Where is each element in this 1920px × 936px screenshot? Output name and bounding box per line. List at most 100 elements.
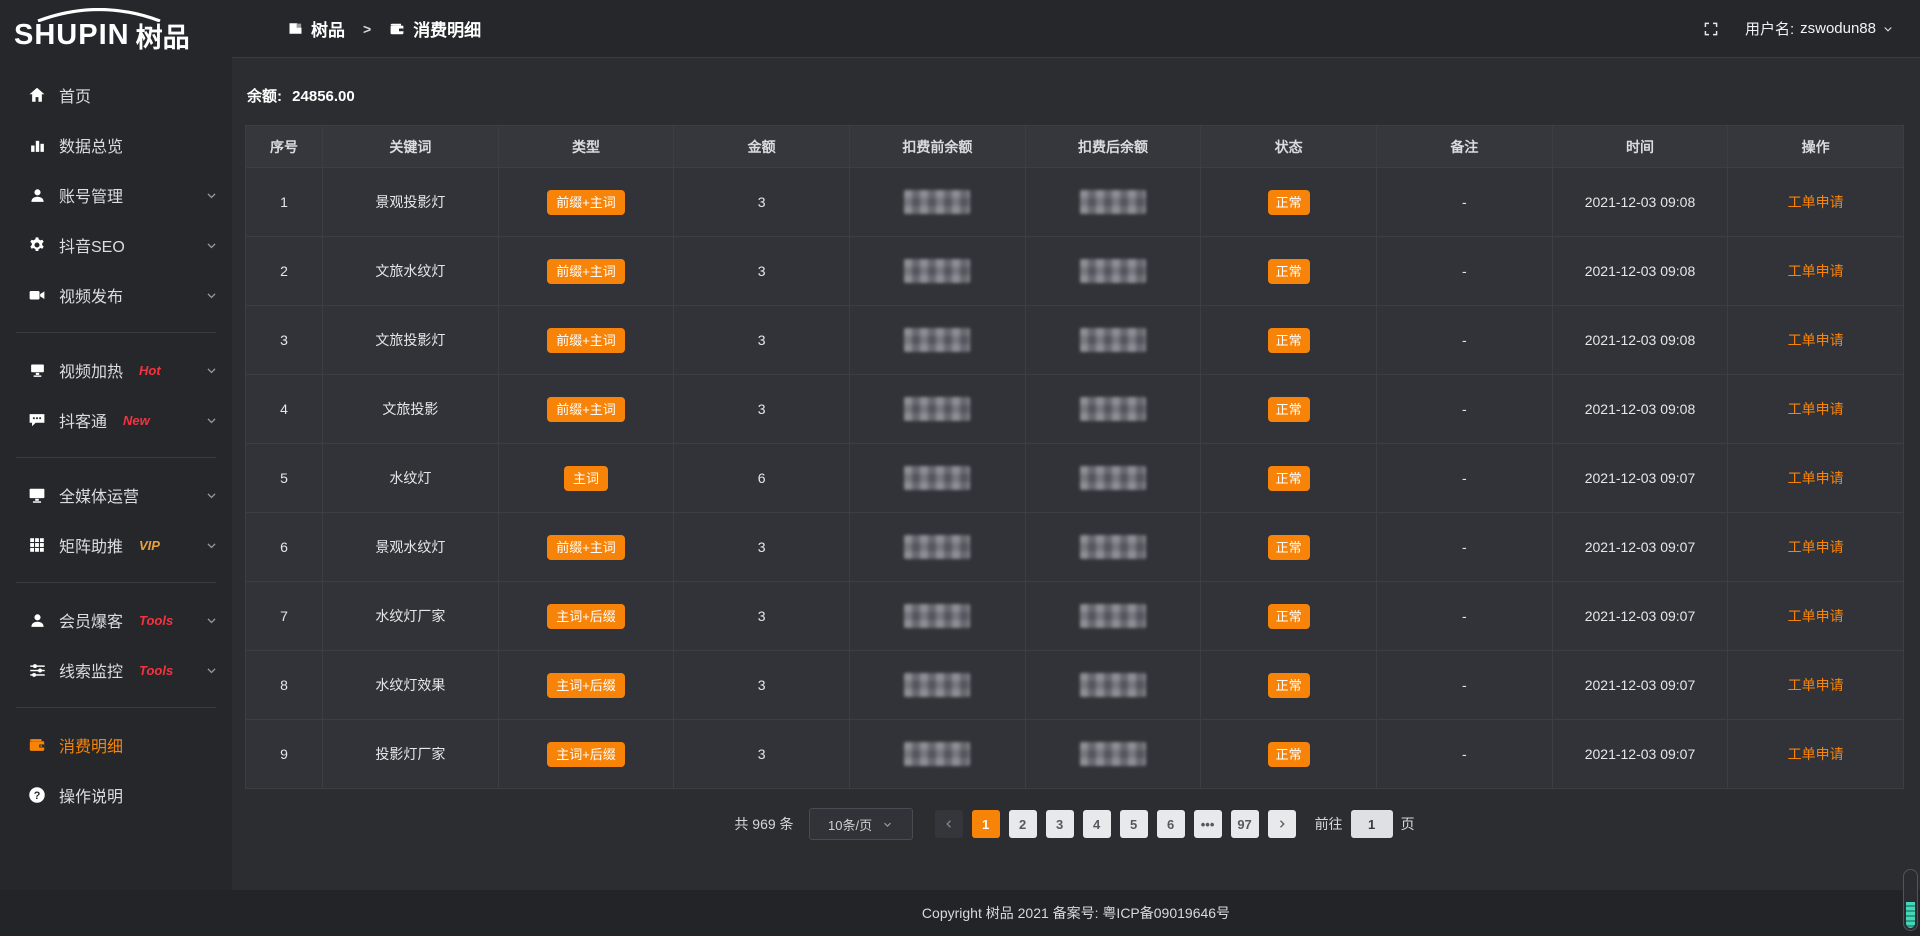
sidebar-nav: 首页 数据总览 账号管理 抖音SEO 视频发布: [0, 64, 232, 820]
sidebar-item-member-burst[interactable]: 会员爆客 Tools: [0, 595, 232, 645]
work-order-link[interactable]: 工单申请: [1788, 261, 1844, 281]
redacted-balance-after: [1080, 535, 1146, 559]
sidebar-item-douyin-seo[interactable]: 抖音SEO: [0, 220, 232, 270]
vip-tag: VIP: [139, 538, 160, 553]
chevron-right-icon: [1276, 818, 1288, 830]
prev-page-button[interactable]: [935, 810, 963, 838]
sidebar-divider: [16, 707, 216, 708]
work-order-link[interactable]: 工单申请: [1788, 330, 1844, 350]
video-publish-icon: [28, 286, 46, 304]
clue-sliders-icon: [28, 661, 46, 679]
breadcrumb: 树品 > 消费明细: [288, 16, 481, 41]
page-button-1[interactable]: 1: [972, 810, 1000, 838]
topbar-right: 用户名: zswodun88: [1703, 18, 1894, 39]
table-row: 8 水纹灯效果 主词+后缀 3 正常 - 2021-12-03 09:07 工单…: [246, 651, 1904, 720]
cell-type: 前缀+主词: [499, 306, 675, 375]
page-button-5[interactable]: 5: [1120, 810, 1148, 838]
next-page-button[interactable]: [1268, 810, 1296, 838]
cell-balance-before: [850, 375, 1026, 444]
page-size-select[interactable]: 10条/页: [809, 808, 913, 840]
page-button-97[interactable]: 97: [1231, 810, 1259, 838]
breadcrumb-root[interactable]: 树品: [311, 16, 345, 41]
sidebar-item-clue-monitor[interactable]: 线索监控 Tools: [0, 645, 232, 695]
chevron-left-icon: [943, 818, 955, 830]
cell-remark: -: [1377, 375, 1553, 444]
cell-time: 2021-12-03 09:07: [1553, 444, 1729, 513]
cell-type: 前缀+主词: [499, 237, 675, 306]
work-order-link[interactable]: 工单申请: [1788, 675, 1844, 695]
cell-status: 正常: [1201, 168, 1377, 237]
sidebar-item-video-heat[interactable]: 视频加热 Hot: [0, 345, 232, 395]
sidebar-item-matrix-boost[interactable]: 矩阵助推 VIP: [0, 520, 232, 570]
sidebar-item-douketong[interactable]: 抖客通 New: [0, 395, 232, 445]
type-badge: 前缀+主词: [547, 535, 625, 560]
wallet-icon: [389, 21, 405, 37]
breadcrumb-current[interactable]: 消费明细: [413, 16, 481, 41]
consume-wallet-icon: [28, 736, 46, 754]
work-order-link[interactable]: 工单申请: [1788, 744, 1844, 764]
app-window: SHUPIN 树品 首页 数据总览 账号管理 抖音SEO: [0, 0, 1920, 890]
scrollbar-widget[interactable]: [1903, 869, 1918, 931]
goto-page: 前往 页: [1315, 810, 1415, 838]
data-chart-icon: [28, 136, 46, 154]
cell-balance-before: [850, 513, 1026, 582]
work-order-link[interactable]: 工单申请: [1788, 192, 1844, 212]
fullscreen-icon[interactable]: [1703, 21, 1719, 37]
col-header: 扣费后余额: [1026, 126, 1202, 168]
user-menu[interactable]: 用户名: zswodun88: [1745, 18, 1894, 39]
cell-balance-before: [850, 582, 1026, 651]
cell-index: 7: [246, 582, 323, 651]
work-order-link[interactable]: 工单申请: [1788, 468, 1844, 488]
redacted-balance-after: [1080, 466, 1146, 490]
cell-balance-after: [1026, 444, 1202, 513]
sidebar-item-consume-detail[interactable]: 消费明细: [0, 720, 232, 770]
type-badge: 主词: [564, 466, 608, 491]
chevron-down-icon: [882, 819, 893, 830]
work-order-link[interactable]: 工单申请: [1788, 537, 1844, 557]
sidebar-item-media-operation[interactable]: 全媒体运营: [0, 470, 232, 520]
sidebar-item-label: 消费明细: [59, 733, 123, 757]
goto-unit: 页: [1401, 814, 1415, 834]
chevron-down-icon: [205, 614, 218, 627]
cell-index: 4: [246, 375, 323, 444]
redacted-balance-after: [1080, 397, 1146, 421]
sidebar-item-help[interactable]: ? 操作说明: [0, 770, 232, 820]
goto-label: 前往: [1315, 814, 1343, 834]
sidebar-item-video-publish[interactable]: 视频发布: [0, 270, 232, 320]
redacted-balance-before: [904, 190, 970, 214]
cell-balance-after: [1026, 651, 1202, 720]
page-button-3[interactable]: 3: [1046, 810, 1074, 838]
account-user-icon: [28, 186, 46, 204]
cell-action: 工单申请: [1728, 375, 1904, 444]
seo-gear-icon: [28, 236, 46, 254]
page-button-6[interactable]: 6: [1157, 810, 1185, 838]
content-area: 余额: 24856.00 序号 关键词 类型 金额 扣费前余额 扣费后余额 状态…: [232, 58, 1920, 890]
sidebar-item-account-manage[interactable]: 账号管理: [0, 170, 232, 220]
work-order-link[interactable]: 工单申请: [1788, 399, 1844, 419]
page-ellipsis-button[interactable]: •••: [1194, 810, 1222, 838]
cell-balance-before: [850, 720, 1026, 789]
sidebar-item-data-overview[interactable]: 数据总览: [0, 120, 232, 170]
page-button-4[interactable]: 4: [1083, 810, 1111, 838]
col-header: 序号: [246, 126, 323, 168]
pagination: 共 969 条 10条/页 1 2 3 4 5 6 ••• 97 前往: [245, 808, 1904, 840]
cell-balance-before: [850, 306, 1026, 375]
work-order-link[interactable]: 工单申请: [1788, 606, 1844, 626]
breadcrumb-separator: >: [363, 21, 371, 37]
cell-time: 2021-12-03 09:08: [1553, 306, 1729, 375]
cell-status: 正常: [1201, 444, 1377, 513]
table-header-row: 序号 关键词 类型 金额 扣费前余额 扣费后余额 状态 备注 时间 操作: [246, 126, 1904, 168]
cell-time: 2021-12-03 09:07: [1553, 582, 1729, 651]
cell-amount: 6: [674, 444, 850, 513]
goto-page-input[interactable]: [1351, 810, 1393, 838]
cell-keyword: 水纹灯效果: [323, 651, 499, 720]
sidebar-item-home[interactable]: 首页: [0, 70, 232, 120]
cell-status: 正常: [1201, 651, 1377, 720]
cell-amount: 3: [674, 720, 850, 789]
page-button-2[interactable]: 2: [1009, 810, 1037, 838]
sidebar-divider: [16, 582, 216, 583]
cell-remark: -: [1377, 444, 1553, 513]
consume-table: 序号 关键词 类型 金额 扣费前余额 扣费后余额 状态 备注 时间 操作 1 景…: [245, 125, 1904, 789]
new-tag: New: [123, 413, 150, 428]
cell-remark: -: [1377, 168, 1553, 237]
